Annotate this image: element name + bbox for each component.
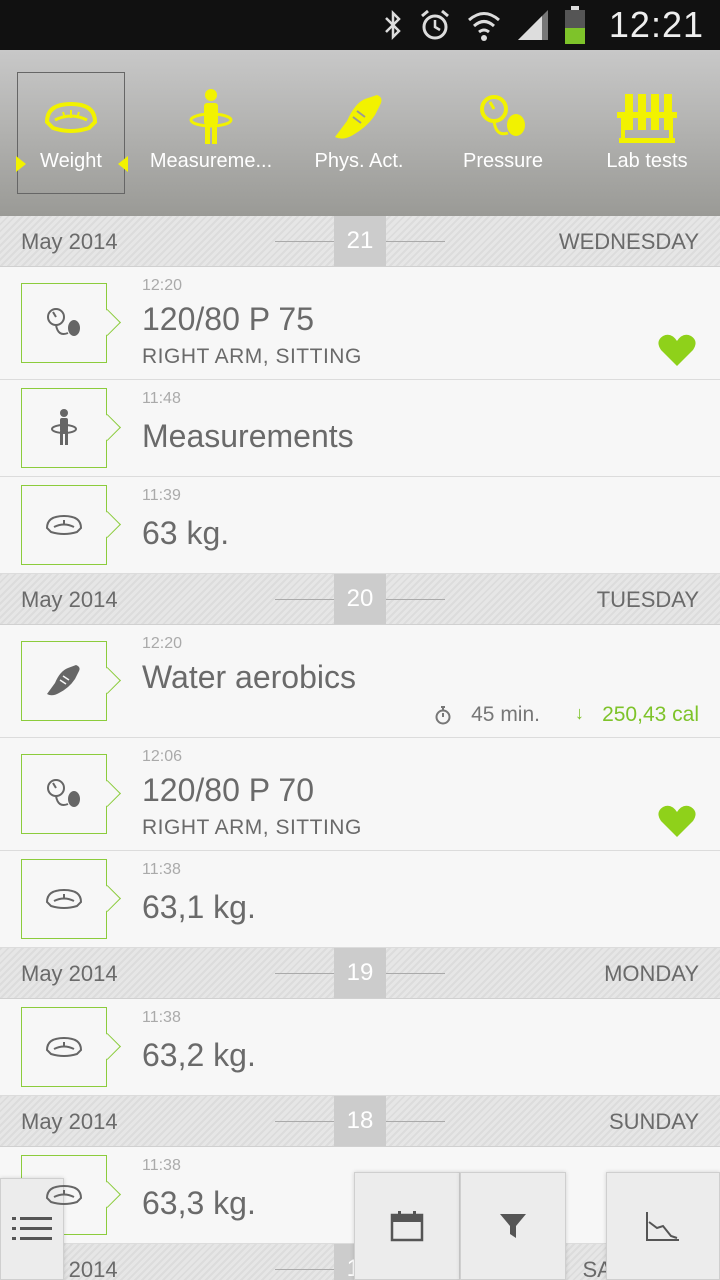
entry-detail: RIGHT ARM, SITTING xyxy=(142,816,362,839)
day-header-date: 20 xyxy=(334,574,386,624)
day-header-month: May 2014 xyxy=(21,229,118,254)
entry-time: 11:38 xyxy=(142,1157,181,1174)
day-header: May 2014 20 TUESDAY xyxy=(0,574,720,625)
entry-time: 11:38 xyxy=(142,1009,181,1026)
tab-label: Pressure xyxy=(462,150,544,172)
shoe-icon xyxy=(290,88,428,148)
pressure-gauge-icon xyxy=(47,308,80,336)
battery-icon xyxy=(565,6,585,44)
day-header-weekday: SUNDAY xyxy=(608,1109,699,1134)
entry-value: 63,3 kg. xyxy=(142,1185,256,1221)
tab-pressure[interactable]: Pressure xyxy=(434,50,572,216)
activity-calories: 250,43 cal xyxy=(602,703,699,726)
entry-type-box xyxy=(21,485,107,565)
status-icons xyxy=(382,6,586,44)
stopwatch-icon xyxy=(435,706,451,725)
entry-type-box xyxy=(21,641,107,721)
entry-type-box xyxy=(21,1007,107,1087)
entry-time: 11:38 xyxy=(142,861,181,878)
entry-type-box xyxy=(21,388,107,468)
day-header: May 2014 21 WEDNESDAY xyxy=(0,216,720,267)
activity-duration: 45 min. xyxy=(471,703,540,726)
entry-type-box xyxy=(21,754,107,834)
body-measure-icon xyxy=(142,88,280,148)
scale-icon xyxy=(45,1036,83,1057)
entry-value: 63 kg. xyxy=(142,515,230,551)
entry-time: 11:48 xyxy=(142,390,181,407)
signal-icon xyxy=(518,10,548,40)
entry-value: 120/80 P 70 xyxy=(142,772,315,808)
history-list[interactable]: May 2014 21 WEDNESDAY 12:20 120/80 P 75 … xyxy=(0,216,720,1280)
calendar-button[interactable] xyxy=(354,1172,460,1280)
entry-time: 11:39 xyxy=(142,487,181,504)
day-header-date: 18 xyxy=(334,1096,386,1146)
day-header-weekday: MONDAY xyxy=(604,961,699,986)
list-item-pressure[interactable]: 12:20 120/80 P 75 RIGHT ARM, SITTING xyxy=(0,267,720,380)
day-header: May 2014 18 SUNDAY xyxy=(0,1096,720,1147)
entry-value: 63,2 kg. xyxy=(142,1037,256,1073)
entry-time: 12:20 xyxy=(142,635,183,652)
tab-measurements[interactable]: Measureme... xyxy=(142,50,280,216)
day-header-weekday: WEDNESDAY xyxy=(558,229,699,254)
day-header: May 2014 19 MONDAY xyxy=(0,948,720,999)
list-item-measurements[interactable]: 11:48 Measurements xyxy=(0,380,720,477)
list-item-weight[interactable]: 11:39 63 kg. xyxy=(0,477,720,574)
day-header-weekday: TUESDAY xyxy=(596,587,699,612)
list-item-pressure[interactable]: 12:06 120/80 P 70 RIGHT ARM, SITTING xyxy=(0,738,720,851)
day-header-date: 19 xyxy=(334,948,386,998)
tab-label: Phys. Act. xyxy=(314,150,404,172)
selected-marker-right xyxy=(118,156,128,172)
list-menu-icon xyxy=(12,1217,52,1240)
entry-value: Measurements xyxy=(142,418,354,454)
calories-down-arrow-icon: ↓ xyxy=(575,703,584,723)
filter-button[interactable] xyxy=(460,1172,566,1280)
body-measure-icon xyxy=(51,409,77,445)
test-tubes-icon xyxy=(578,88,716,148)
pressure-gauge-icon xyxy=(47,779,80,807)
day-header-month: May 2014 xyxy=(21,587,118,612)
bluetooth-icon xyxy=(385,9,401,41)
tab-physical-activity[interactable]: Phys. Act. xyxy=(290,50,428,216)
list-item-weight[interactable]: 11:38 63,2 kg. xyxy=(0,999,720,1096)
shoe-icon xyxy=(47,665,80,696)
pressure-gauge-icon xyxy=(434,88,572,148)
chart-button[interactable] xyxy=(606,1172,720,1280)
tab-weight[interactable]: Weight xyxy=(0,50,142,216)
tab-label: Lab tests xyxy=(606,150,688,172)
wifi-icon xyxy=(468,12,500,41)
scale-icon xyxy=(45,1184,83,1205)
tab-lab-tests[interactable]: Lab tests xyxy=(578,50,716,216)
entry-value: 120/80 P 75 xyxy=(142,301,315,337)
trend-chart-icon xyxy=(646,1212,679,1241)
status-time: 12:21 xyxy=(608,4,704,45)
calendar-icon xyxy=(390,1211,424,1242)
scale-icon xyxy=(45,514,83,535)
alarm-icon xyxy=(421,9,449,40)
status-bar: 12:21 xyxy=(0,0,720,50)
day-header-date: 21 xyxy=(334,216,386,266)
heart-icon xyxy=(658,334,696,366)
entry-type-box xyxy=(21,283,107,363)
category-tab-bar: Weight Measureme... Phys. Act. Pressure … xyxy=(0,50,720,216)
heart-icon xyxy=(658,805,696,837)
scale-icon xyxy=(45,888,83,909)
entry-type-box xyxy=(21,859,107,939)
entry-time: 12:20 xyxy=(142,277,183,294)
tab-label: Measureme... xyxy=(149,150,273,172)
filter-icon xyxy=(500,1214,526,1238)
list-item-activity[interactable]: 12:20 Water aerobics 45 min. ↓ 250,43 ca… xyxy=(0,625,720,738)
day-header-month: May 2014 xyxy=(21,1109,118,1134)
entry-detail: RIGHT ARM, SITTING xyxy=(142,345,362,368)
scale-icon xyxy=(0,88,142,148)
list-item-weight[interactable]: 11:38 63,1 kg. xyxy=(0,851,720,948)
day-header-month: May 2014 xyxy=(21,961,118,986)
entry-value: 63,1 kg. xyxy=(142,889,256,925)
entry-time: 12:06 xyxy=(142,748,183,765)
entry-value: Water aerobics xyxy=(142,659,356,695)
selected-marker-left xyxy=(16,156,26,172)
